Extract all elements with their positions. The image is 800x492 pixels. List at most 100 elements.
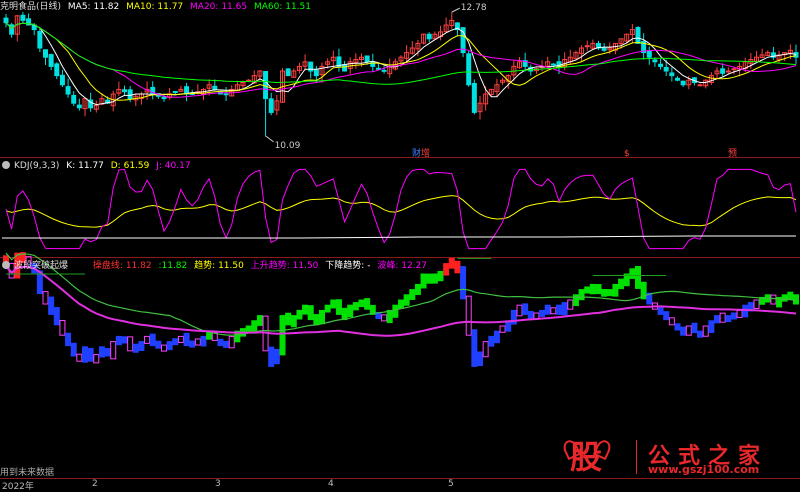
candle-body bbox=[54, 63, 60, 77]
candle-body bbox=[381, 69, 387, 72]
high-label: 12.78 bbox=[461, 3, 487, 13]
signal-bar bbox=[386, 309, 393, 324]
kdj-d-line bbox=[5, 195, 797, 228]
settings-icon[interactable] bbox=[2, 261, 10, 269]
signal-bar bbox=[194, 338, 201, 346]
signal-bar bbox=[183, 332, 190, 347]
signal-bar bbox=[352, 302, 359, 311]
candle-body bbox=[635, 27, 641, 44]
candle-body bbox=[669, 72, 675, 77]
x-tick-2: 2 bbox=[92, 479, 98, 489]
x-tick-4: 4 bbox=[328, 479, 334, 489]
candle-body bbox=[268, 98, 274, 113]
signal-bar bbox=[381, 314, 388, 322]
trend-legend: 趋势: 11.50 bbox=[194, 261, 244, 271]
signal-bar bbox=[657, 307, 664, 315]
low-pointer bbox=[265, 135, 274, 143]
down-label: 下降趋势: bbox=[325, 261, 365, 271]
event-tag-dollar: $ bbox=[624, 149, 630, 159]
settings-icon[interactable] bbox=[2, 161, 10, 169]
signal-bar bbox=[98, 346, 105, 358]
up-legend: 上升趋势: 11.50 bbox=[251, 261, 319, 271]
signal-bar bbox=[702, 325, 709, 337]
signal-bar bbox=[296, 309, 303, 320]
watermark-logo: 股 bbox=[569, 438, 602, 476]
signal-bar bbox=[307, 305, 314, 321]
signal-bar bbox=[256, 315, 263, 326]
candle-body bbox=[342, 64, 348, 72]
signal-bar bbox=[742, 304, 749, 318]
ma60-line bbox=[5, 22, 797, 85]
signal-bar bbox=[691, 322, 698, 334]
signal-bar bbox=[217, 338, 224, 347]
signal-bar bbox=[70, 342, 77, 357]
signal-bar bbox=[93, 354, 100, 364]
caopan-value: 11.82 bbox=[125, 261, 152, 271]
signal-bar bbox=[753, 299, 760, 309]
signal-bar bbox=[781, 294, 788, 302]
trend-label: 趋势: bbox=[194, 261, 216, 271]
kdj-panel bbox=[2, 168, 797, 250]
candle-body bbox=[313, 69, 319, 77]
signal-bar bbox=[87, 347, 94, 362]
candle-body bbox=[680, 80, 686, 86]
signal-bar bbox=[82, 346, 88, 363]
signal-bar bbox=[65, 332, 72, 347]
signal-bar bbox=[465, 295, 472, 336]
signal-bar bbox=[53, 307, 60, 326]
watermark-url: www.gszj100.com bbox=[648, 463, 760, 476]
signal-bar bbox=[522, 303, 529, 315]
footer-note: 用到未来数据 bbox=[0, 468, 55, 478]
watermark: 股 公式之家 www.gszj100.com bbox=[560, 437, 800, 478]
candle-body bbox=[675, 77, 680, 81]
signal-bar bbox=[736, 309, 743, 318]
signal-bar bbox=[403, 294, 410, 306]
ma60-value: 11.51 bbox=[285, 2, 311, 12]
event-tag-yu: 预 bbox=[728, 148, 737, 159]
candle-body bbox=[48, 54, 54, 67]
signal-bar bbox=[770, 294, 777, 305]
candle-body bbox=[37, 30, 43, 49]
signal-bar bbox=[550, 307, 557, 315]
signal-bar bbox=[544, 304, 551, 315]
caopan-label: 操盘线: bbox=[92, 261, 123, 271]
signal-bar bbox=[104, 348, 111, 357]
candle-body bbox=[652, 59, 658, 63]
candle-body bbox=[550, 63, 556, 66]
candle-body bbox=[466, 53, 472, 86]
kdj-legend: KDJ(9,3,3) K: 11.77 D: 61.59 J: 40.17 bbox=[0, 160, 195, 172]
price-marks: 12.78 10.09 财增 $ 预 bbox=[265, 3, 737, 159]
d-label: D: bbox=[110, 161, 121, 171]
signal-bar bbox=[398, 299, 404, 309]
signal-bar bbox=[730, 312, 737, 320]
band-label: 波峰: bbox=[377, 261, 399, 271]
signal-bar bbox=[714, 315, 720, 324]
signal-bar bbox=[166, 341, 173, 351]
candle-body bbox=[663, 67, 669, 72]
signal-bar bbox=[431, 273, 438, 284]
candle-body bbox=[646, 50, 652, 58]
ma20-value: 11.65 bbox=[221, 2, 248, 12]
signal-bar bbox=[680, 326, 687, 336]
k-label: K: bbox=[66, 161, 76, 171]
signal-bar bbox=[358, 299, 365, 308]
x-tick-year: 2022年 bbox=[2, 482, 34, 492]
watermark-separator bbox=[636, 440, 637, 474]
ma20-legend: MA20: 11.65 bbox=[190, 2, 247, 12]
signal-bar bbox=[324, 304, 331, 313]
signal-bar bbox=[347, 304, 354, 318]
indicator-title: 波段突破起爆 bbox=[14, 261, 69, 271]
signal-bar bbox=[189, 340, 196, 348]
signal-bar bbox=[290, 315, 297, 328]
j-value: 40.17 bbox=[164, 161, 191, 171]
signal-bar bbox=[663, 311, 670, 321]
signal-bar bbox=[177, 335, 184, 343]
kdj-k-line bbox=[2, 235, 796, 239]
signal-bar bbox=[48, 296, 55, 315]
k-value: 11.77 bbox=[78, 161, 104, 171]
signal-bar bbox=[477, 351, 483, 367]
candle-body bbox=[731, 68, 737, 71]
j-label: J: bbox=[156, 161, 162, 171]
signal-bar bbox=[578, 289, 585, 301]
candle-body bbox=[122, 89, 127, 93]
